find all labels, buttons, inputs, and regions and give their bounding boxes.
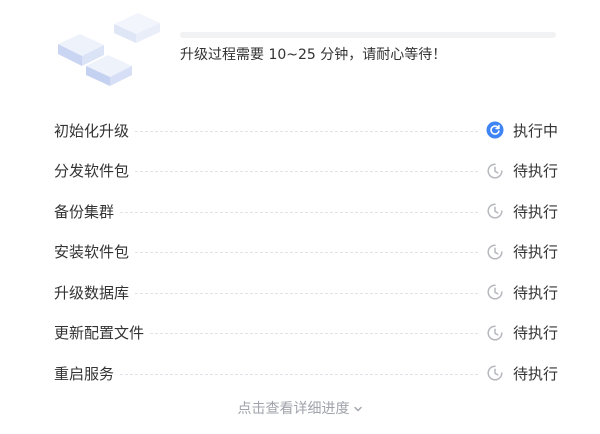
server-boxes-illustration — [58, 13, 160, 86]
step-row: 更新配置文件 待执行 — [54, 313, 558, 354]
step-label: 初始化升级 — [54, 121, 130, 140]
step-row: 分发软件包 待执行 — [54, 151, 558, 192]
upgrade-time-hint: 升级过程需要 10~25 分钟，请耐心等待！ — [180, 47, 447, 63]
step-leader-line — [135, 292, 478, 294]
step-row: 重启服务 待执行 — [54, 353, 558, 394]
chevron-down-icon — [353, 406, 362, 412]
step-label: 升级数据库 — [54, 283, 130, 302]
step-status: 待执行 — [512, 202, 558, 221]
step-status: 待执行 — [512, 162, 558, 181]
upgrade-header: 升级过程需要 10~25 分钟，请耐心等待！ — [0, 0, 600, 100]
step-leader-line — [135, 252, 478, 254]
upgrade-progress-bar — [180, 32, 556, 38]
step-label: 备份集群 — [54, 202, 115, 221]
step-leader-line — [135, 171, 478, 173]
refresh-icon — [486, 121, 504, 139]
clock-icon — [486, 243, 504, 261]
step-leader-line — [120, 211, 478, 213]
step-status: 待执行 — [512, 243, 558, 262]
view-details-link[interactable]: 点击查看详细进度 — [0, 398, 600, 418]
step-row: 升级数据库 待执行 — [54, 272, 558, 313]
clock-icon — [486, 364, 504, 382]
step-row: 备份集群 待执行 — [54, 191, 558, 232]
step-label: 安装软件包 — [54, 243, 130, 262]
clock-icon — [486, 162, 504, 180]
step-label: 重启服务 — [54, 364, 115, 383]
step-status: 待执行 — [512, 364, 558, 383]
step-label: 分发软件包 — [54, 162, 130, 181]
clock-icon — [486, 202, 504, 220]
view-details-label: 点击查看详细进度 — [237, 401, 350, 417]
step-status: 执行中 — [512, 121, 558, 140]
step-leader-line — [135, 130, 478, 132]
clock-icon — [486, 283, 504, 301]
step-row: 安装软件包 待执行 — [54, 232, 558, 273]
step-leader-line — [150, 333, 478, 335]
clock-icon — [486, 324, 504, 342]
step-label: 更新配置文件 — [54, 324, 145, 343]
step-status: 待执行 — [512, 283, 558, 302]
step-status: 待执行 — [512, 324, 558, 343]
upgrade-step-list: 初始化升级 执行中 分发软件包 待执行 备份集群 待执行 安装软件包 待执行 升级数据库 待执行更… — [54, 110, 558, 394]
step-leader-line — [120, 373, 478, 375]
step-row: 初始化升级 执行中 — [54, 110, 558, 151]
